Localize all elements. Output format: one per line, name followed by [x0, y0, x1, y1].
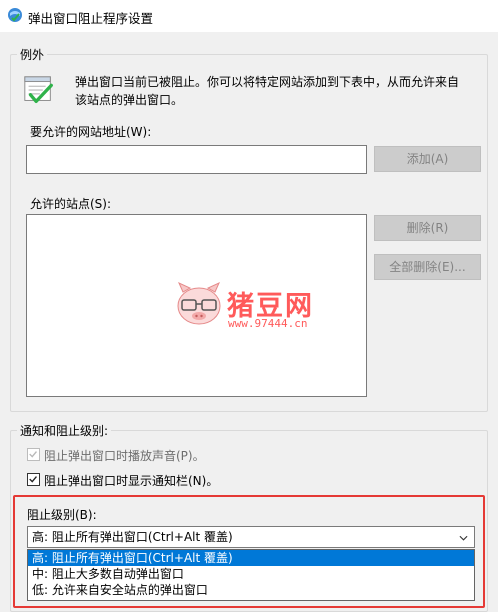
remove-button[interactable]: 删除(R) — [374, 215, 481, 241]
blocking-level-option-low[interactable]: 低: 允许来自安全站点的弹出窗口 — [28, 582, 474, 598]
popup-blocker-icon — [8, 8, 22, 22]
pig-logo-icon — [177, 282, 221, 325]
check-icon — [29, 476, 37, 483]
check-icon — [29, 451, 37, 458]
add-button[interactable]: 添加(A) — [374, 146, 481, 172]
exceptions-group-label: 例外 — [17, 46, 48, 63]
show-notification-bar-label: 阻止弹出窗口时显示通知栏(N)。 — [44, 474, 219, 488]
play-sound-checkbox[interactable] — [27, 448, 40, 461]
blocking-level-selected: 高: 阻止所有弹出窗口(Ctrl+Alt 覆盖) — [32, 530, 233, 544]
address-input[interactable] — [26, 145, 367, 174]
watermark-url: www.97444.cn — [228, 317, 308, 330]
window-title: 弹出窗口阻止程序设置 — [28, 11, 154, 26]
show-notification-bar-checkbox[interactable] — [27, 473, 40, 486]
chevron-down-icon — [459, 535, 468, 541]
blocking-level-dropdown: 高: 阻止所有弹出窗口(Ctrl+Alt 覆盖) 中: 阻止大多数自动弹出窗口 … — [27, 549, 475, 601]
blocking-level-option-high[interactable]: 高: 阻止所有弹出窗口(Ctrl+Alt 覆盖) — [28, 550, 474, 566]
blocking-level-select[interactable]: 高: 阻止所有弹出窗口(Ctrl+Alt 覆盖) — [27, 526, 475, 548]
blocking-level-option-medium[interactable]: 中: 阻止大多数自动弹出窗口 — [28, 566, 474, 582]
blocking-level-label: 阻止级别(B): — [27, 508, 97, 522]
notifications-group-label: 通知和阻止级别: — [17, 422, 112, 439]
allowed-sites-label: 允许的站点(S): — [30, 197, 112, 211]
exceptions-description-line2: 该站点的弹出窗口。 — [75, 93, 184, 107]
title-bar: 弹出窗口阻止程序设置 — [0, 0, 498, 32]
exceptions-info-icon — [24, 76, 53, 104]
remove-all-button[interactable]: 全部删除(E)... — [374, 254, 481, 280]
exceptions-description-line1: 弹出窗口当前已被阻止。你可以将特定网站添加到下表中，从而允许来自 — [75, 75, 460, 89]
play-sound-label: 阻止弹出窗口时播放声音(P)。 — [44, 449, 205, 463]
address-label: 要允许的网站地址(W): — [30, 125, 152, 139]
